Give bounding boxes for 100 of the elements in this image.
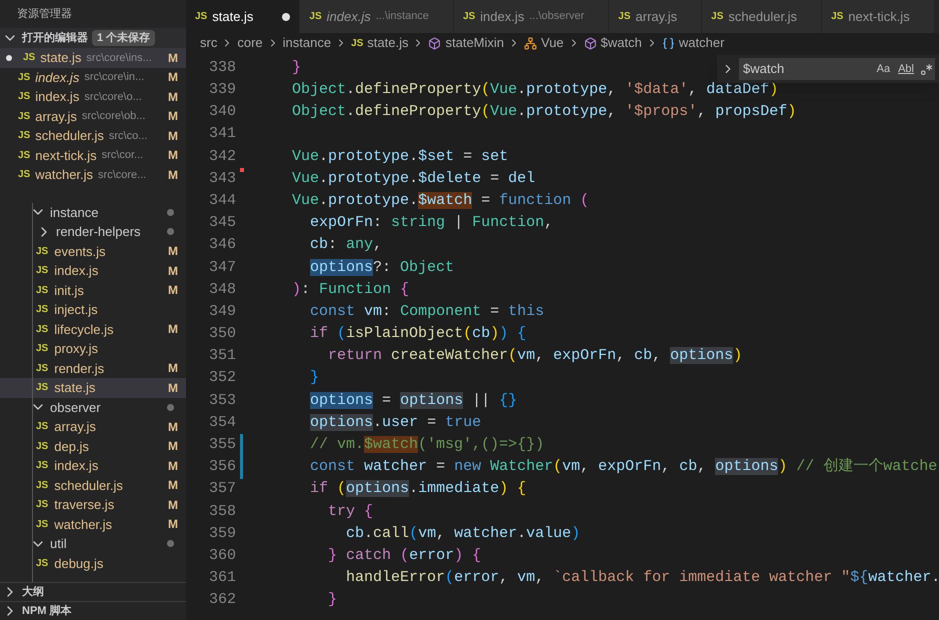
git-status-letter: M — [168, 88, 178, 106]
breadcrumb-item[interactable]: core — [237, 33, 263, 53]
file-row[interactable]: JS proxy.js — [0, 339, 186, 358]
file-path: src\core... — [98, 168, 146, 182]
line-number: 359 — [208, 524, 236, 544]
file-name: next-tick.js — [35, 146, 97, 165]
git-status-letter: M — [168, 477, 178, 494]
line-number: 349 — [208, 302, 236, 322]
line-number: 341 — [208, 124, 236, 144]
find-option-toggle[interactable]: Aa — [874, 60, 892, 78]
line-number: 350 — [208, 324, 236, 344]
panel-title: NPM 脚本 — [22, 604, 72, 619]
file-row[interactable]: JS render.js M — [0, 358, 186, 378]
git-status-letter: M — [168, 496, 178, 514]
tab-label: scheduler.js — [728, 8, 798, 26]
code-line: cb: any, — [309, 235, 382, 256]
js-file-icon: JS — [18, 89, 30, 104]
code-line: handleError(error, vm, `callback for immediate watcher "${watcher. — [345, 568, 939, 588]
find-input[interactable]: $watch Aa Abl — [739, 58, 935, 80]
file-row[interactable]: JS events.js M — [0, 242, 186, 261]
file-row[interactable]: JS dep.js M — [0, 436, 186, 456]
open-editor-item[interactable]: JS index.js src\core\o... M — [0, 87, 186, 106]
line-number: 346 — [208, 235, 236, 256]
breadcrumb-item[interactable]: watcher — [678, 33, 724, 53]
editor-tab[interactable]: JS array.js — [608, 0, 702, 33]
section-title: 打开的编辑器 — [22, 30, 88, 46]
code-line: } — [291, 58, 302, 78]
open-editor-item[interactable]: JS next-tick.js src\cor... M — [0, 146, 186, 165]
js-file-icon: JS — [18, 70, 30, 85]
breadcrumb-item[interactable]: instance — [282, 33, 332, 53]
section-header[interactable]: 打开的编辑器 1 个未保存 — [0, 28, 186, 48]
file-name: watcher.js — [54, 516, 112, 534]
editor-tab[interactable]: JS next-tick.js — [821, 0, 934, 33]
file-row[interactable]: JS debug.js — [0, 554, 186, 573]
code-line: options.user = true — [309, 412, 482, 433]
breadcrumb-item[interactable]: Vue — [541, 33, 564, 53]
open-editor-item[interactable]: JS array.js src\core\ob... M — [0, 106, 186, 126]
js-file-icon: JS — [18, 167, 30, 182]
tab-label: index.js — [480, 8, 524, 26]
open-editor-item[interactable]: JS scheduler.js src\co... M — [0, 126, 186, 146]
line-number: 345 — [208, 213, 236, 234]
word-highlight: options — [670, 347, 734, 364]
editor-tab[interactable]: JS state.js — [186, 0, 300, 33]
file-row[interactable]: JS watcher.js M — [0, 514, 186, 534]
js-file-icon: JS — [18, 108, 30, 124]
breadcrumb-item[interactable]: $watch — [600, 33, 642, 53]
folder-name: util — [50, 535, 67, 553]
word-highlight: options — [346, 480, 410, 498]
folder-name: observer — [50, 398, 101, 416]
find-option-toggle[interactable]: Abl — [896, 60, 916, 78]
file-row[interactable]: JS lifecycle.js M — [0, 320, 186, 339]
code-line: Vue.prototype.$delete = del — [291, 168, 536, 189]
js-file-icon: JS — [711, 9, 724, 24]
code-line: const watcher = new Watcher(vm, expOrFn, cb, options) // 创建一个watche — [309, 456, 938, 478]
open-editor-item[interactable]: JS state.js src\core\ins... M — [0, 48, 186, 68]
open-editor-item[interactable]: JS index.js src\core\in... M — [0, 68, 186, 87]
line-number: 357 — [208, 479, 236, 500]
file-row[interactable]: JS index.js M — [0, 261, 186, 280]
code-line: Object.defineProperty(Vue.prototype, '$props', propsDef) — [291, 102, 796, 122]
editor-tab[interactable]: JS index.js ...\observer — [452, 0, 608, 33]
folder-row[interactable]: util — [0, 534, 186, 554]
folder-row[interactable]: render-helpers — [0, 222, 186, 242]
code-line: cb.call(vm, watcher.value) — [345, 524, 580, 544]
line-number: 351 — [208, 346, 236, 366]
file-row[interactable]: JS state.js M — [0, 378, 186, 398]
file-row[interactable]: JS scheduler.js M — [0, 476, 186, 495]
git-status-letter: M — [168, 147, 178, 164]
git-status-letter: M — [168, 50, 178, 67]
panel-header[interactable]: 大纲 — [0, 582, 186, 601]
editor-tab[interactable]: JS index.js ...\instance — [299, 0, 453, 33]
breadcrumb-item[interactable]: stateMixin — [445, 33, 504, 53]
search-match-highlight: $watch — [364, 436, 418, 454]
find-value: $watch — [743, 60, 786, 78]
line-number: 338 — [208, 58, 236, 78]
breadcrumb-item[interactable]: state.js — [367, 33, 408, 53]
open-editor-item[interactable]: JS watcher.js src\core... M — [0, 165, 186, 184]
git-status-letter: M — [168, 360, 178, 378]
file-row[interactable]: JS init.js M — [0, 280, 186, 300]
line-number: 361 — [208, 568, 236, 588]
file-name: lifecycle.js — [54, 320, 114, 339]
js-file-icon: JS — [195, 9, 208, 24]
line-number: 339 — [208, 80, 236, 100]
file-row[interactable]: JS inject.js — [0, 300, 186, 320]
editor-tab[interactable]: JS scheduler.js — [701, 0, 822, 33]
folder-row[interactable]: instance — [0, 202, 186, 222]
folder-row[interactable]: observer — [0, 398, 186, 417]
git-status-letter: M — [168, 516, 178, 534]
sidebar-title: 资源管理器 — [17, 6, 72, 22]
file-name: array.js — [54, 418, 96, 436]
file-name: init.js — [54, 282, 84, 300]
file-row[interactable]: JS traverse.js M — [0, 495, 186, 514]
panel-header[interactable]: NPM 脚本 — [0, 601, 186, 620]
unsaved-badge: 1 个未保存 — [92, 30, 156, 46]
git-status-letter: M — [168, 108, 178, 126]
regex-icon[interactable] — [920, 62, 933, 76]
file-row[interactable]: JS index.js M — [0, 456, 186, 476]
breadcrumb-item[interactable]: src — [200, 33, 218, 53]
file-name: inject.js — [54, 301, 98, 319]
file-row[interactable]: JS array.js M — [0, 417, 186, 436]
line-number: 347 — [208, 258, 236, 278]
